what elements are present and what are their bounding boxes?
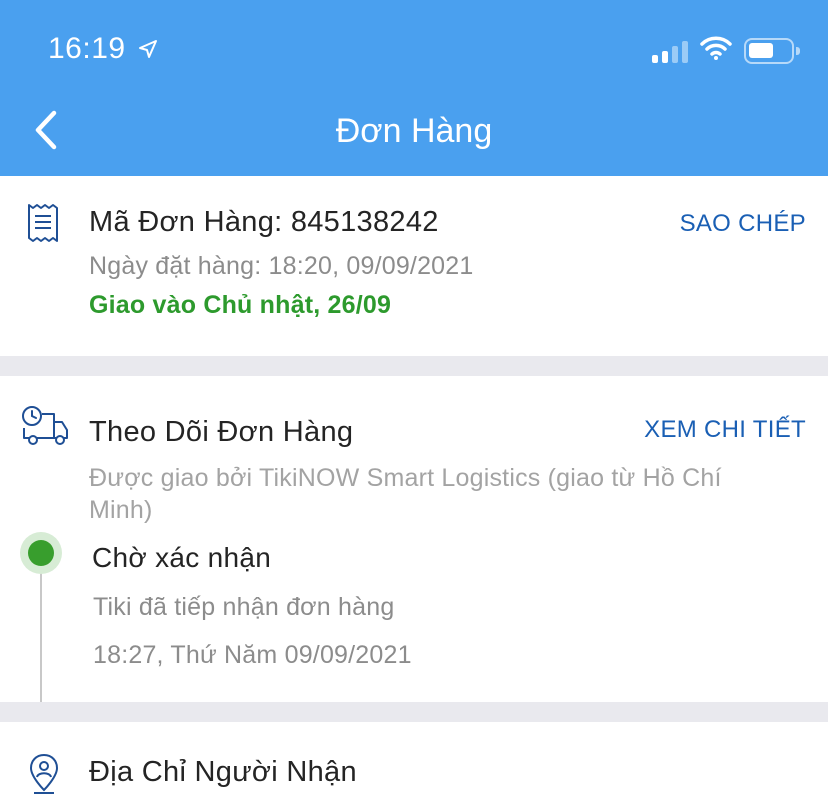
wifi-icon	[700, 36, 732, 65]
recipient-address-card: Địa Chỉ Người Nhận	[0, 722, 828, 795]
order-id: Mã Đơn Hàng: 845138242	[89, 206, 439, 238]
timeline-dot	[28, 540, 54, 566]
delivery-estimate: Giao vào Chủ nhật, 26/09	[89, 291, 392, 319]
tracking-step-time: 18:27, Thứ Năm 09/09/2021	[93, 641, 412, 669]
order-tracking-card: Theo Dõi Đơn Hàng XEM CHI TIẾT Được giao…	[0, 376, 828, 702]
copy-button[interactable]: SAO CHÉP	[680, 210, 806, 238]
location-arrow-icon	[138, 33, 158, 67]
tracking-title: Theo Dõi Đơn Hàng	[89, 416, 354, 448]
page-title: Đơn Hàng	[335, 112, 493, 150]
signal-icon	[652, 39, 688, 63]
tracking-step-status: Chờ xác nhận	[92, 542, 272, 573]
recipient-title: Địa Chỉ Người Nhận	[89, 756, 357, 788]
clock-text: 16:19	[48, 32, 126, 65]
order-date: Ngày đặt hàng: 18:20, 09/09/2021	[89, 252, 474, 280]
app-header: 16:19 Đơn Hàng	[0, 0, 828, 176]
timeline-line	[40, 552, 42, 702]
tracking-step-description: Tiki đã tiếp nhận đơn hàng	[93, 593, 395, 621]
carrier-info: Được giao bởi TikiNOW Smart Logistics (g…	[89, 464, 722, 524]
view-details-button[interactable]: XEM CHI TIẾT	[644, 416, 806, 444]
receipt-icon	[24, 202, 62, 249]
delivery-truck-icon	[18, 404, 70, 453]
location-person-icon	[28, 752, 60, 795]
order-info-card: Mã Đơn Hàng: 845138242 SAO CHÉP Ngày đặt…	[0, 176, 828, 356]
status-bar-icons	[652, 36, 800, 65]
status-bar-time: 16:19	[48, 32, 158, 67]
battery-icon	[744, 37, 800, 64]
